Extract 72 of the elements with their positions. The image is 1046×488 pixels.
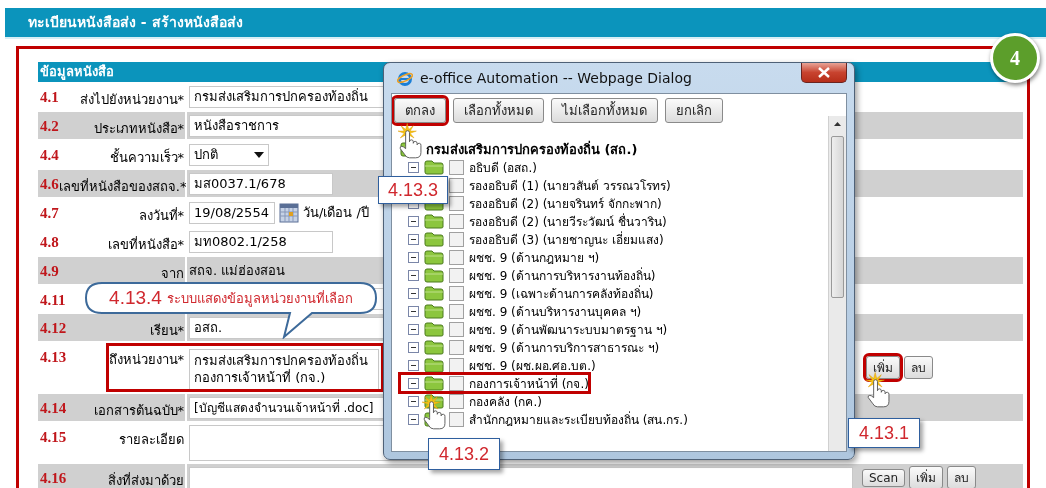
step-number: 4.2 [40, 118, 59, 135]
callout-text: ระบบแสดงข้อมูลหน่วยงานที่เลือก [166, 289, 353, 309]
step-tooltip: 4.13.3 [378, 176, 448, 204]
dialog-button[interactable]: ยกเลิก [665, 98, 723, 123]
step-number: 4.6 [40, 176, 59, 193]
tree-label: ผชช. 9 (ด้านพัฒนาระบบมาตรฐาน ฯ) [469, 321, 668, 339]
step-number: 4.9 [40, 263, 59, 280]
tree-row[interactable]: ผชช. 9 (ด้านการบริการสาธารณะ ฯ) [400, 338, 660, 356]
tree-label: ผชช. 9 (ผช.ผอ.ศอ.บต.) [469, 357, 596, 375]
field-label: รายละเอียด [119, 431, 184, 449]
tree-label: ผชช. 9 (ด้านการบริหารงานท้องถิ่น) [469, 266, 656, 285]
date-field[interactable]: 19/08/2554 [189, 201, 275, 224]
tree-label: ผชช. 9 (ด้านบริหารงานบุคคล ฯ) [469, 303, 642, 321]
tree-label: กองการเจ้าหน้าที่ (กจ.) [469, 374, 589, 393]
tree-label: ผชช. 9 (ด้านกฎหมาย ฯ) [469, 249, 600, 267]
tree-row[interactable]: รองอธิบดี (3) (นายชาญนะ เอี่ยมแสง) [400, 230, 664, 248]
tree-row[interactable]: ผชช. 9 (ผช.ผอ.ศอ.บต.) [400, 356, 596, 374]
tree-label: ผชช. 9 (ด้านการบริการสาธารณะ ฯ) [469, 339, 660, 357]
dialog-button[interactable]: ไม่เลือกทั้งหมด [551, 98, 658, 123]
step-number: 4.1 [40, 89, 59, 106]
step-number: 4.12 [40, 320, 67, 337]
highlighted-tree-row[interactable]: กองการเจ้าหน้าที่ (กจ.) [400, 374, 589, 392]
field-label: ประเภทหนังสือ* [93, 120, 184, 138]
step-number: 4.7 [40, 205, 59, 222]
form-button[interactable]: เพิ่ม [866, 356, 900, 379]
page-title: ทะเบียนหนังสือส่ง - สร้างหนังสือส่ง [27, 14, 243, 30]
step-tooltip: 4.13.1 [848, 418, 920, 448]
dialog-button[interactable]: ตกลง [394, 98, 446, 123]
field-label: เลขที่หนังสือ* [107, 235, 184, 254]
tree-row[interactable]: ผชช. 9 (ด้านการบริหารงานท้องถิ่น) [400, 266, 656, 284]
step-number: 4.14 [40, 400, 67, 417]
dialog-button[interactable]: เลือกทั้งหมด [453, 98, 544, 123]
date-format-hint: วัน/เดือน /ปี [303, 204, 369, 222]
step-number: 4.15 [40, 429, 67, 446]
step-number: 4.11 [40, 292, 66, 309]
form-button[interactable]: เพิ่ม [909, 466, 944, 488]
text-field[interactable]: มท0802.1/258 [189, 230, 333, 253]
tree-label: รองอธิบดี (3) (นายชาญนะ เอี่ยมแสง) [469, 230, 664, 249]
tree-label: รองอธิบดี (1) (นายวสันต์ วรรณวโรทร) [469, 177, 671, 195]
field-label: เรียน* [149, 322, 184, 340]
step-number: 4.8 [40, 234, 59, 251]
field-label: จาก [161, 265, 184, 283]
step-tooltip: 4.13.2 [428, 438, 500, 470]
tree-label: กองคลัง (กค.) [469, 393, 542, 411]
tree-row[interactable]: อธิบดี (อสถ.) [400, 158, 537, 176]
tree-node[interactable]: กรมส่งเสริมการปกครองท้องถิ่น (สถ.) [426, 138, 638, 160]
tree-row[interactable]: ผชช. 9 (เฉพาะด้านการคลังท้องถิ่น) [400, 284, 654, 302]
step-number: 4.16 [40, 470, 67, 487]
field-label: ถึงหน่วยงาน* [108, 351, 184, 369]
tree-row[interactable]: ผชช. 9 (ด้านกฎหมาย ฯ) [400, 248, 600, 266]
field-label: เลขที่หนังสือของสถจ.* [58, 177, 187, 196]
text-area[interactable]: กรมส่งเสริมการปกครองท้องถิ่น กองการเจ้าหน้าที่ (กจ.) [189, 349, 379, 390]
tree-label: รองอธิบดี (2) (นายจรินทร์ จักกะพาก) [469, 195, 662, 213]
form-button[interactable]: Scan [862, 468, 906, 487]
field-label: เอกสารต้นฉบับ* [93, 402, 184, 420]
tree-label: สำนักกฎหมายและระเบียบท้องถิ่น (สน.กร.) [469, 410, 688, 429]
field-label: ส่งไปยังหน่วยงาน* [79, 91, 184, 109]
field-value: สถจ. แม่ฮ่องสอน [189, 262, 286, 280]
field-label: ลงวันที่* [138, 206, 184, 225]
field-label: สิ่งที่ส่งมาด้วย [108, 471, 184, 488]
step-number: 4.13 [40, 349, 67, 366]
callout-number: 4.13.4 [109, 287, 162, 309]
tree-label: ผชช. 9 (เฉพาะด้านการคลังท้องถิ่น) [469, 284, 654, 303]
dropdown[interactable]: ปกติ [189, 143, 269, 166]
step-number: 4.4 [40, 147, 59, 164]
field-label: ชั้นความเร็ว* [109, 147, 184, 167]
tree-row[interactable]: รองอธิบดี (2) (นายวีระวัฒน์ ชื่นวาริน) [400, 212, 667, 230]
form-button[interactable]: ลบ [947, 466, 977, 488]
tree-label: อธิบดี (อสถ.) [469, 159, 537, 177]
text-field[interactable]: มส0037.1/678 [189, 172, 333, 195]
form-button[interactable]: ลบ [904, 356, 933, 379]
tree-label: รองอธิบดี (2) (นายวีระวัฒน์ ชื่นวาริน) [469, 212, 667, 231]
